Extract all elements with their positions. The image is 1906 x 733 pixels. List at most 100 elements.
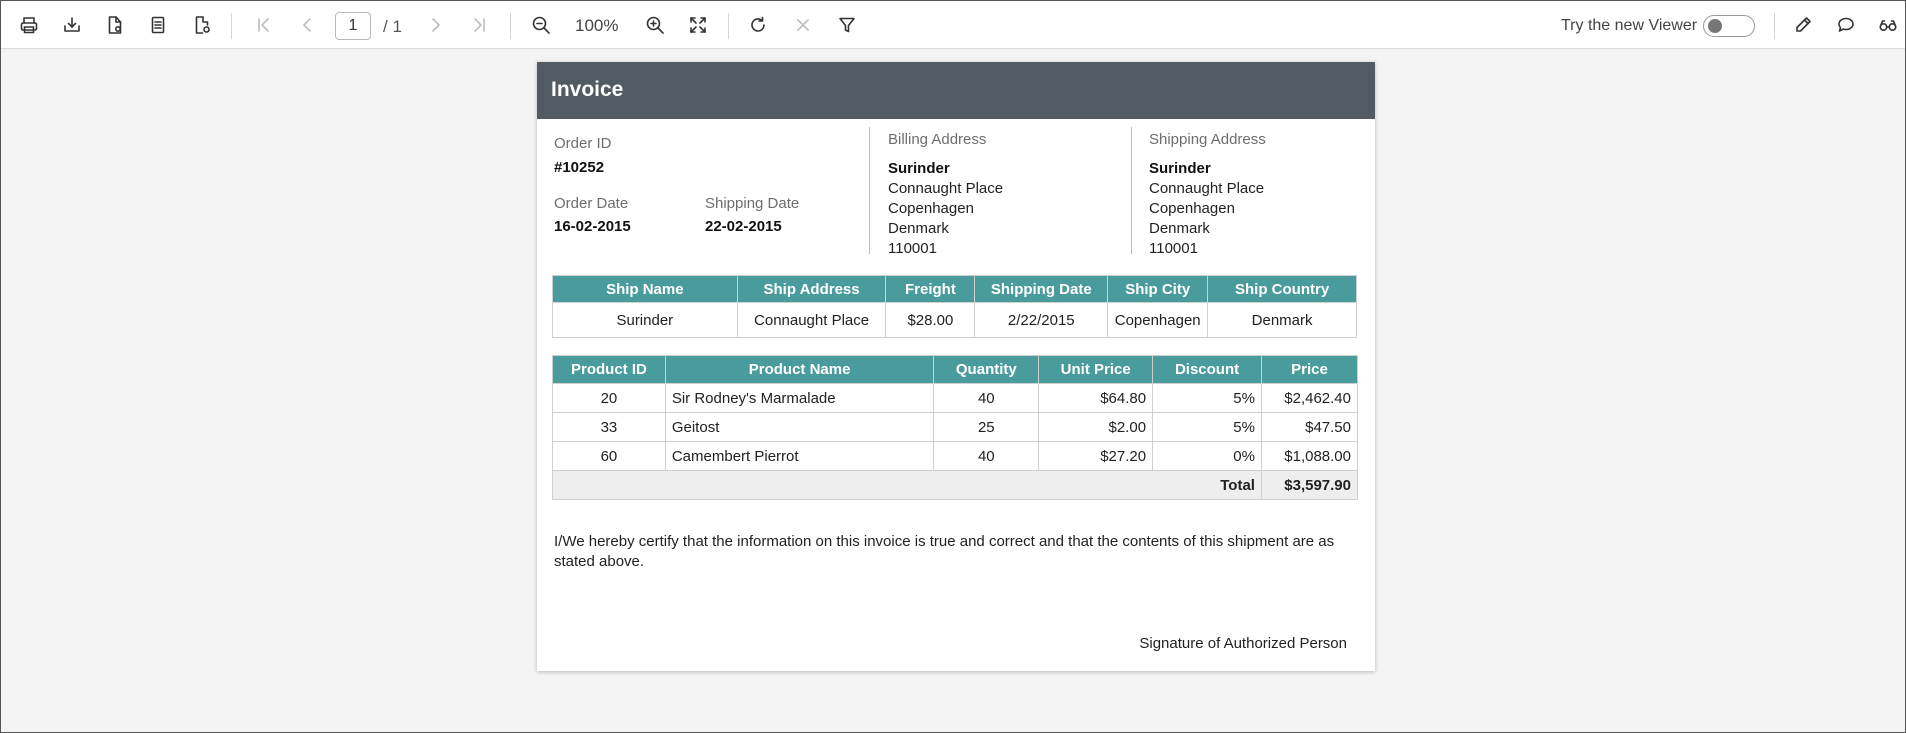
table-cell: 40 (933, 383, 1040, 413)
column-header: Discount (1152, 355, 1262, 384)
next-page-icon[interactable] (422, 11, 450, 39)
table-cell: 40 (933, 441, 1040, 471)
table-cell: 20 (552, 383, 666, 413)
table-row: 33 Geitost 25 $2.00 5% $47.50 (552, 412, 1359, 442)
table-cell: Connaught Place (736, 302, 887, 338)
table-cell: Camembert Pierrot (664, 441, 935, 471)
table-cell: Geitost (664, 412, 935, 442)
column-header: Unit Price (1038, 355, 1154, 384)
invoice-title: Invoice (551, 78, 624, 101)
zoom-in-icon[interactable] (641, 11, 669, 39)
table-cell: 2/22/2015 (974, 302, 1109, 338)
billing-name: Surinder (888, 160, 950, 177)
page-total-label: / 1 (383, 17, 402, 36)
billing-address-label: Billing Address (888, 131, 987, 148)
try-new-viewer-label: Try the new Viewer (1561, 17, 1698, 34)
toolbar-separator (1774, 13, 1775, 39)
toolbar-separator (510, 13, 511, 39)
zoom-level[interactable]: 100% (575, 16, 618, 36)
shipping-date-value: 22-02-2015 (705, 218, 782, 235)
table-cell: $1,088.00 (1260, 441, 1359, 471)
export-setup-icon[interactable] (101, 11, 129, 39)
page-setup-icon[interactable] (188, 11, 216, 39)
column-header: Product ID (552, 355, 666, 384)
table-row: 60 Camembert Pierrot 40 $27.20 0% $1,088… (552, 441, 1359, 471)
column-header: Ship Name (552, 275, 738, 303)
table-row: Surinder Connaught Place $28.00 2/22/201… (552, 302, 1357, 338)
shipping-line: Copenhagen (1149, 200, 1235, 217)
shipping-address-label: Shipping Address (1149, 131, 1266, 148)
shipping-date-label: Shipping Date (705, 195, 800, 212)
table-cell: Surinder (552, 302, 738, 338)
shipping-line: Connaught Place (1149, 180, 1265, 197)
column-header: Ship Address (736, 275, 887, 303)
column-header: Quantity (933, 355, 1040, 384)
print-icon[interactable] (15, 11, 43, 39)
divider (869, 127, 870, 254)
products-table-header: Product ID Product Name Quantity Unit Pr… (552, 355, 1359, 384)
toolbar-separator (231, 13, 232, 39)
order-id-label: Order ID (554, 135, 612, 152)
column-header: Shipping Date (974, 275, 1109, 303)
annotate-icon[interactable] (1789, 11, 1817, 39)
first-page-icon[interactable] (250, 11, 278, 39)
invoice-page: Invoice Order ID #10252 Order Date 16-02… (537, 62, 1375, 671)
order-date-label: Order Date (554, 195, 629, 212)
last-page-icon[interactable] (465, 11, 493, 39)
table-cell: 33 (552, 412, 666, 442)
column-header: Ship Country (1207, 275, 1357, 303)
total-label: Total (552, 470, 1262, 500)
refresh-icon[interactable] (744, 11, 772, 39)
table-cell: 60 (552, 441, 666, 471)
table-cell: 25 (933, 412, 1040, 442)
total-value: $3,597.90 (1260, 470, 1359, 500)
page-number-input[interactable] (335, 12, 371, 40)
table-cell: $2.00 (1038, 412, 1154, 442)
table-cell: Sir Rodney's Marmalade (664, 383, 935, 413)
table-cell: 0% (1152, 441, 1262, 471)
page-icon[interactable] (144, 11, 172, 39)
billing-line: Connaught Place (888, 180, 1004, 197)
billing-line: Copenhagen (888, 200, 974, 217)
filter-icon[interactable] (833, 11, 861, 39)
toggle-knob (1708, 19, 1722, 33)
billing-line: 110001 (888, 240, 937, 257)
toolbar-separator (728, 13, 729, 39)
column-header: Freight (885, 275, 976, 303)
table-cell: Copenhagen (1107, 302, 1209, 338)
signature-label: Signature of Authorized Person (1139, 635, 1347, 652)
fit-page-icon[interactable] (684, 11, 712, 39)
shipping-table: Ship Name Ship Address Freight Shipping … (552, 275, 1357, 338)
table-cell: 5% (1152, 412, 1262, 442)
new-viewer-toggle[interactable] (1703, 15, 1755, 37)
total-row: Total $3,597.90 (552, 470, 1359, 500)
shipping-table-header: Ship Name Ship Address Freight Shipping … (552, 275, 1357, 303)
table-cell: $64.80 (1038, 383, 1154, 413)
table-cell: $47.50 (1260, 412, 1359, 442)
table-cell: 5% (1152, 383, 1262, 413)
products-table: Product ID Product Name Quantity Unit Pr… (552, 355, 1359, 500)
divider (1131, 127, 1132, 254)
stop-icon[interactable] (789, 11, 817, 39)
table-cell: $28.00 (885, 302, 976, 338)
zoom-out-icon[interactable] (527, 11, 555, 39)
table-cell: Denmark (1207, 302, 1357, 338)
table-cell: $2,462.40 (1260, 383, 1359, 413)
comment-icon[interactable] (1832, 11, 1860, 39)
export-icon[interactable] (58, 11, 86, 39)
shipping-name: Surinder (1149, 160, 1211, 177)
shipping-line: 110001 (1149, 240, 1198, 257)
viewer-toolbar: / 1 100% Try the new Viewer (1, 1, 1905, 49)
previous-page-icon[interactable] (293, 11, 321, 39)
column-header: Price (1260, 355, 1359, 384)
table-cell: $27.20 (1038, 441, 1154, 471)
table-row: 20 Sir Rodney's Marmalade 40 $64.80 5% $… (552, 383, 1359, 413)
shipping-line: Denmark (1149, 220, 1210, 237)
glasses-icon[interactable] (1874, 11, 1902, 39)
column-header: Product Name (664, 355, 935, 384)
column-header: Ship City (1107, 275, 1209, 303)
invoice-header-bar: Invoice (537, 62, 1375, 119)
order-id-value: #10252 (554, 159, 605, 176)
order-date-value: 16-02-2015 (554, 218, 631, 235)
certification-text: I/We hereby certify that the information… (554, 533, 1335, 570)
